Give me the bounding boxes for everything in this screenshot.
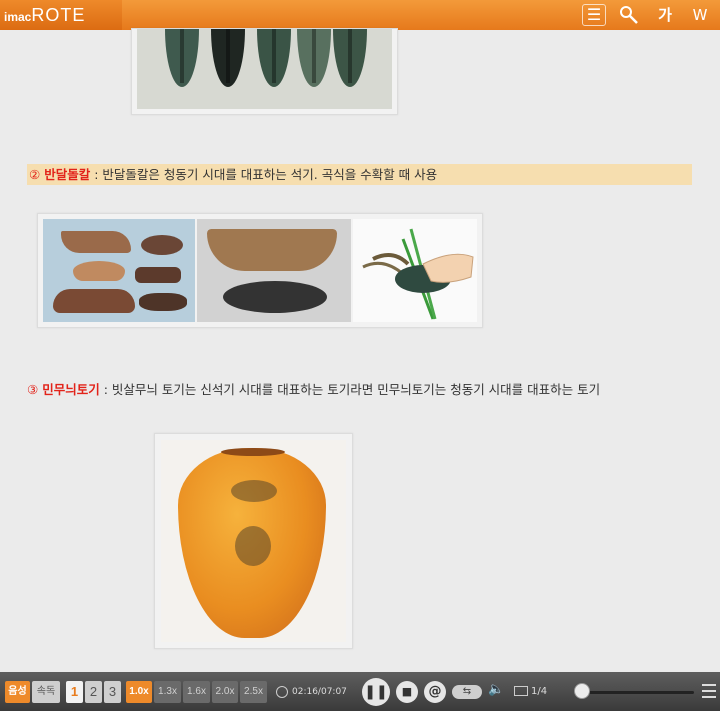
book-icon — [514, 686, 528, 696]
section-term: 반달돌칼 — [44, 167, 91, 182]
logo-big-text: ROTE — [31, 5, 86, 25]
speed-read-button[interactable]: 속독 — [32, 681, 60, 703]
menu-icon[interactable]: ☰ — [582, 4, 606, 26]
number-button-1[interactable]: 1 — [66, 681, 83, 703]
page-indicator: 1/4 — [514, 681, 547, 703]
progress-track[interactable] — [582, 691, 694, 694]
rate-button-1-3x[interactable]: 1.3x — [154, 681, 181, 703]
harvest-illustration — [353, 219, 477, 322]
bookmark-button[interactable]: W — [687, 3, 713, 27]
plain-pottery-photo — [154, 433, 353, 649]
caption-half-moon-knife: ② 반달돌칼 : 반달돌칼은 청동기 시대를 대표하는 석기. 곡식을 수확할 … — [27, 164, 692, 185]
logo-small-text: imac — [4, 10, 32, 24]
font-size-button[interactable]: 가 — [652, 3, 678, 27]
rate-button-1-6x[interactable]: 1.6x — [183, 681, 210, 703]
section-term: 민무늬토기 — [42, 382, 100, 397]
number-button-2[interactable]: 2 — [85, 681, 102, 703]
voice-button[interactable]: 음성 — [5, 681, 30, 703]
search-icon[interactable] — [616, 3, 642, 27]
playback-time: 02:16/07:07 — [276, 681, 347, 703]
time-text: 02:16/07:07 — [292, 687, 347, 697]
bronze-dagger-photo — [131, 28, 398, 115]
stop-icon[interactable]: ■ — [396, 681, 418, 703]
replay-icon[interactable]: @ — [424, 681, 446, 703]
progress-knob[interactable] — [574, 683, 590, 699]
caption-plain-pottery: ③ 민무늬토기 : 빗살무늬 토기는 신석기 시대를 대표하는 토기라면 민무늬… — [27, 380, 600, 400]
rate-button-2x[interactable]: 2.0x — [212, 681, 238, 703]
rate-button-1x[interactable]: 1.0x — [126, 681, 152, 703]
pause-icon[interactable]: ❚❚ — [362, 678, 390, 706]
clock-icon — [276, 685, 288, 698]
section-description: : 반달돌칼은 청동기 시대를 대표하는 석기. 곡식을 수확할 때 사용 — [90, 167, 438, 182]
app-logo: imacROTE — [4, 5, 85, 26]
section-number: ③ — [27, 382, 39, 397]
section-description: : 빗살무늬 토기는 신석기 시대를 대표하는 토기라면 민무늬토기는 청동기 … — [99, 382, 601, 397]
number-button-3[interactable]: 3 — [104, 681, 121, 703]
volume-icon[interactable]: 🔈 — [488, 682, 504, 697]
knife-set-photo — [43, 219, 195, 322]
repeat-icon[interactable]: ⇆ — [452, 685, 482, 699]
top-toolbar: imacROTE ☰ 가 W — [0, 0, 720, 30]
ebook-page[interactable]: ② 반달돌칼 : 반달돌칼은 청동기 시대를 대표하는 석기. 곡식을 수확할 … — [0, 28, 720, 672]
half-moon-knife-photo — [37, 213, 483, 328]
logo-area: imacROTE — [0, 0, 122, 30]
rate-button-2-5x[interactable]: 2.5x — [240, 681, 267, 703]
knife-closeup-photo — [197, 219, 351, 322]
section-number: ② — [29, 167, 41, 182]
audio-player-bar: 음성 속독 1 2 3 1.0x 1.3x 1.6x 2.0x 2.5x 02:… — [0, 672, 720, 711]
page-count: 1/4 — [531, 686, 548, 697]
player-menu-icon[interactable] — [702, 684, 716, 702]
